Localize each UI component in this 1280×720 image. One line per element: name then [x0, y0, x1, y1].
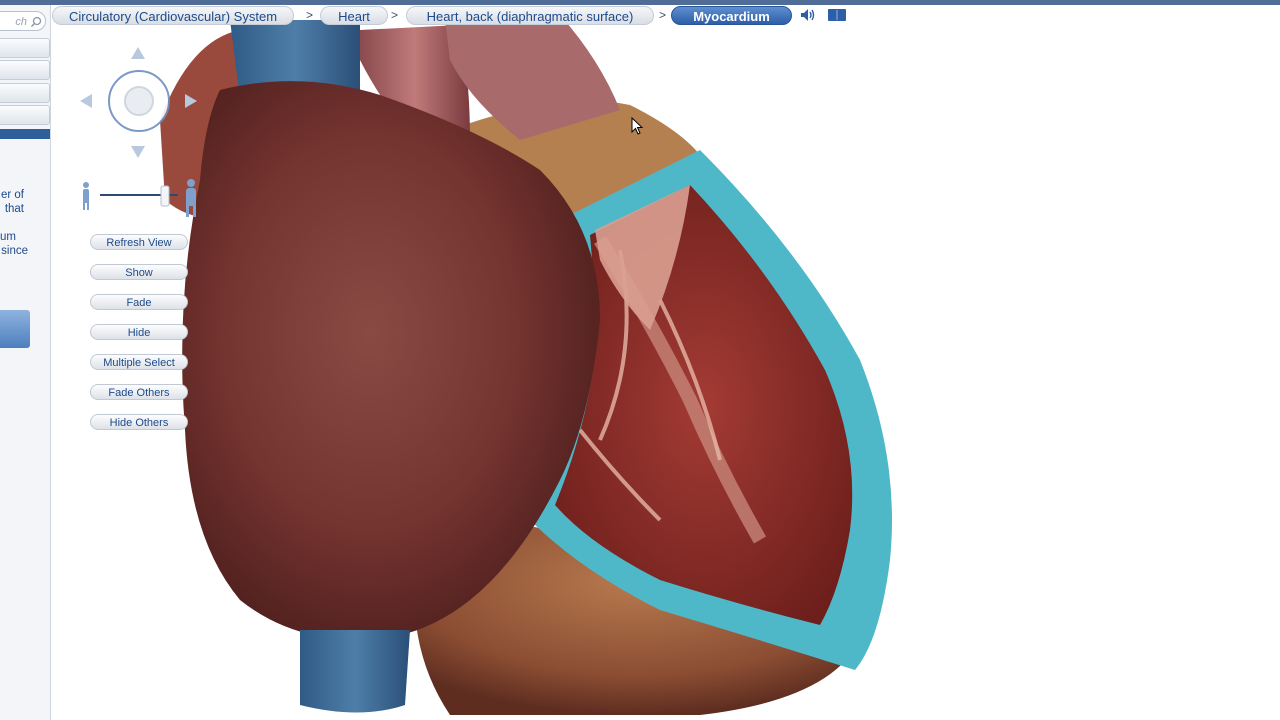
arrow-right-icon[interactable]	[185, 94, 197, 108]
breadcrumb-separator: >	[306, 8, 314, 22]
description-line: er of	[0, 189, 24, 201]
speaker-icon[interactable]	[799, 8, 817, 22]
arrow-left-icon[interactable]	[80, 94, 92, 108]
search-input[interactable]: ch	[0, 11, 46, 31]
inferior-vena-cava	[300, 630, 410, 713]
fade-button[interactable]: Fade	[90, 294, 188, 310]
arrow-down-icon[interactable]	[131, 146, 145, 158]
rotation-navigator[interactable]	[76, 40, 206, 170]
left-sidebar: ch er of that um since	[0, 5, 51, 720]
breadcrumb-item-heart-back[interactable]: Heart, back (diaphragmatic surface)	[406, 6, 654, 25]
breadcrumb-item-circulatory[interactable]: Circulatory (Cardiovascular) System	[52, 6, 294, 25]
sidebar-active-indicator	[0, 129, 50, 139]
breadcrumb-item-heart[interactable]: Heart	[320, 6, 388, 25]
breadcrumb-item-myocardium[interactable]: Myocardium	[671, 6, 792, 25]
zoom-slider[interactable]	[78, 178, 202, 218]
person-small-icon[interactable]	[83, 182, 89, 210]
refresh-view-button[interactable]: Refresh View	[90, 234, 188, 250]
heart-3d-viewport[interactable]	[51, 5, 1280, 720]
description-line: since	[1, 245, 28, 257]
arrow-up-icon[interactable]	[131, 47, 145, 59]
mouse-cursor-icon	[631, 117, 644, 135]
breadcrumb-separator: >	[391, 8, 399, 22]
hide-button[interactable]: Hide	[90, 324, 188, 340]
sidebar-tab-4[interactable]	[0, 105, 50, 125]
sidebar-tab-2[interactable]	[0, 60, 50, 80]
sidebar-description: er of that um since	[0, 185, 50, 285]
show-button[interactable]: Show	[90, 264, 188, 280]
description-line: that	[4, 203, 24, 215]
person-large-icon[interactable]	[186, 179, 196, 217]
hide-others-button[interactable]: Hide Others	[90, 414, 188, 430]
sidebar-panel-button[interactable]	[0, 310, 30, 348]
fade-others-button[interactable]: Fade Others	[90, 384, 188, 400]
description-line: um	[0, 231, 16, 243]
rotate-center-icon[interactable]	[124, 86, 154, 116]
sidebar-tab-1[interactable]	[0, 38, 50, 58]
multiple-select-button[interactable]: Multiple Select	[90, 354, 188, 370]
zoom-thumb	[160, 185, 170, 207]
sidebar-tab-3[interactable]	[0, 83, 50, 103]
search-icon[interactable]	[30, 16, 42, 28]
search-placeholder: ch	[15, 16, 27, 28]
breadcrumb-separator: >	[659, 8, 667, 22]
book-icon[interactable]	[827, 8, 847, 22]
